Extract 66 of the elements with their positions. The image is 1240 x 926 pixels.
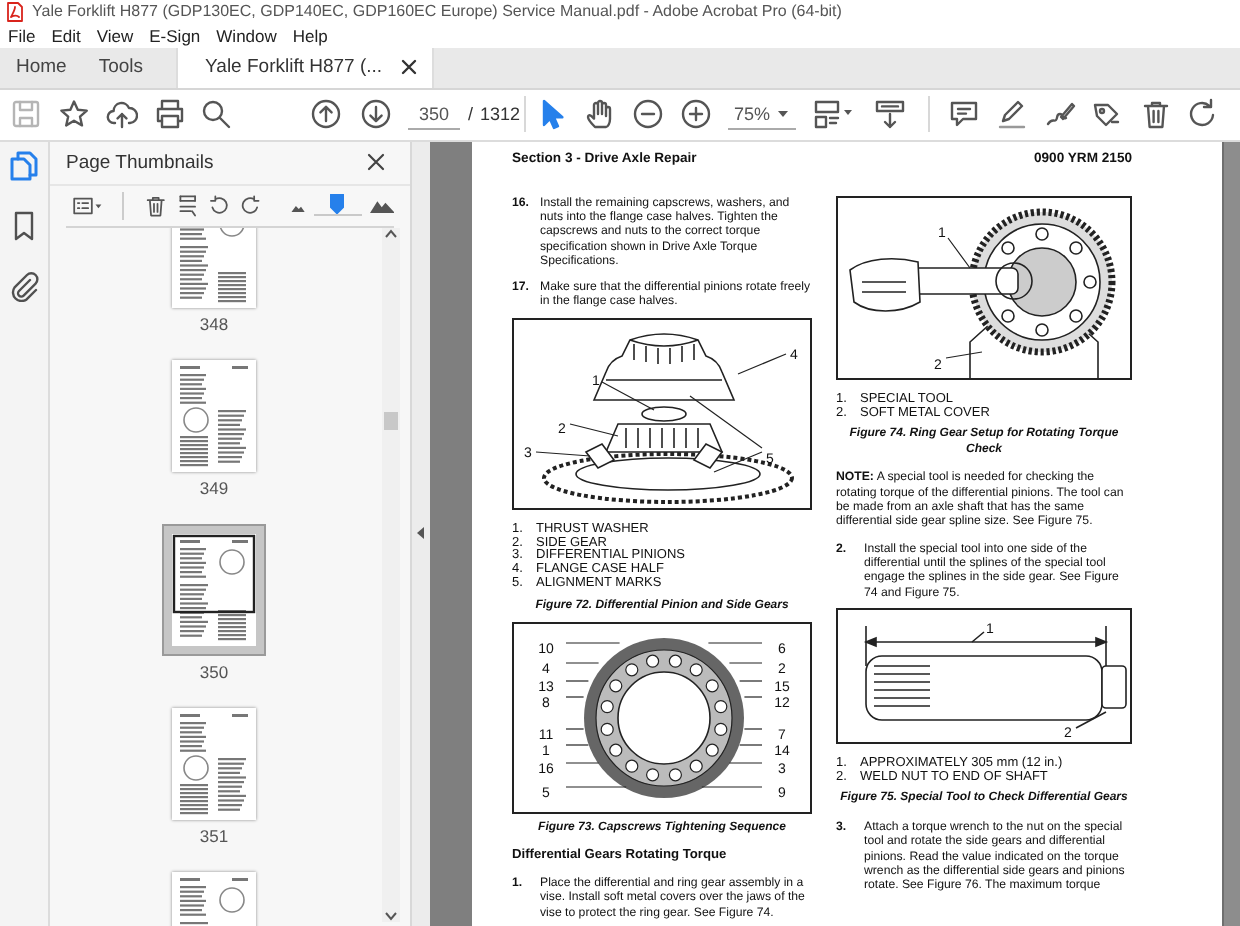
leader-line: [743, 697, 763, 699]
leader-line: [728, 763, 763, 765]
arrow-up-circle-icon[interactable]: [310, 98, 342, 131]
comment-icon[interactable]: [948, 98, 980, 131]
menu-item[interactable]: View: [96, 25, 134, 46]
panel-title: Page Thumbnails: [66, 151, 214, 174]
page-number-field[interactable]: 350: [408, 98, 460, 131]
star-icon[interactable]: [58, 98, 90, 131]
page-thumbnail[interactable]: [162, 523, 266, 656]
page-separator: /: [468, 104, 476, 125]
leader-line: [739, 745, 763, 747]
slider-thumb-icon[interactable]: [330, 194, 344, 215]
tab[interactable]: Yale Forklift H877 (...: [175, 47, 435, 88]
leader-line: [739, 681, 763, 683]
rotate-icon[interactable]: [1186, 98, 1218, 131]
collapse-arrow-icon[interactable]: [416, 526, 426, 541]
menu-item[interactable]: Window: [216, 25, 277, 46]
menu-item[interactable]: E-Sign: [149, 25, 201, 46]
hand-icon[interactable]: [584, 98, 616, 131]
scrollbar[interactable]: [382, 227, 400, 922]
leader-line: [707, 643, 763, 645]
zoom-field[interactable]: 75%: [728, 98, 796, 131]
page-number-label: 349: [199, 477, 229, 498]
cloud-upload-icon[interactable]: [106, 98, 138, 131]
close-icon[interactable]: [366, 152, 386, 173]
leader-line: [565, 663, 600, 665]
close-icon[interactable]: [400, 58, 419, 77]
leader-line: [565, 681, 589, 683]
arrow-down-circle-icon[interactable]: [360, 98, 392, 131]
zoom-in-icon[interactable]: [680, 98, 712, 131]
page-thumbnail[interactable]: [172, 359, 256, 472]
page-count: 1312: [480, 104, 520, 125]
tab[interactable]: Tools: [82, 47, 160, 88]
page-number-label: 350: [199, 661, 229, 682]
menu-item[interactable]: Help: [292, 25, 328, 46]
scroll-mode-icon[interactable]: [874, 98, 906, 131]
search-icon[interactable]: [200, 98, 232, 131]
menu-item[interactable]: Edit: [51, 25, 81, 46]
page-number-label: 351: [199, 825, 229, 846]
window-title: Yale Forklift H877 (GDP130EC, GDP140EC, GDP160EC Europe) Service Manual.pdf - Adobe Acrobat Pro (64-bit): [32, 2, 842, 21]
leader-line: [565, 763, 600, 765]
leader-line: [565, 745, 589, 747]
leader-line: [565, 729, 585, 731]
page-number-label: 348: [199, 313, 229, 334]
leader-line: [728, 663, 763, 665]
scrollbar[interactable]: [1222, 141, 1240, 926]
page-thumbnail[interactable]: [172, 707, 256, 820]
scrollbar-thumb[interactable]: [384, 411, 398, 430]
trash-icon[interactable]: [1140, 98, 1172, 131]
caret-icon[interactable]: [776, 107, 790, 120]
pages-icon[interactable]: [8, 149, 40, 182]
leader-line: [565, 643, 621, 645]
leader-line: [743, 729, 763, 731]
page-layout-icon[interactable]: [812, 98, 856, 131]
leader-line: [565, 787, 627, 789]
leader-line: [701, 787, 763, 789]
tab[interactable]: Home: [0, 47, 83, 88]
print-icon[interactable]: [154, 98, 186, 131]
zoom-out-icon[interactable]: [632, 98, 664, 131]
signature-icon[interactable]: [1044, 98, 1076, 131]
menu-item[interactable]: File: [8, 25, 36, 46]
paperclip-icon[interactable]: [8, 269, 40, 302]
leader-line: [565, 697, 585, 699]
pdf-file-icon: [6, 1, 24, 22]
highlighter-icon[interactable]: [996, 98, 1028, 131]
page-thumbnail[interactable]: [172, 227, 256, 308]
